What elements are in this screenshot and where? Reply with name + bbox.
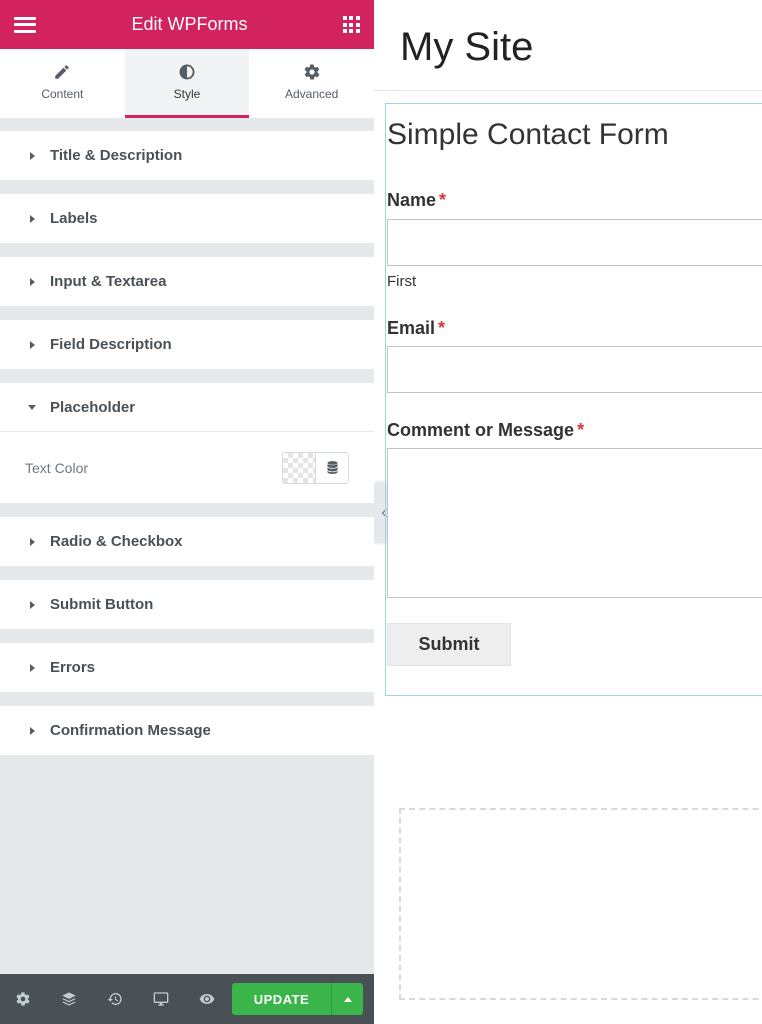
name-label-text: Name bbox=[387, 190, 437, 210]
caret-up-icon bbox=[343, 996, 352, 1002]
eye-icon bbox=[199, 994, 215, 1004]
section-submit-button[interactable]: Submit Button bbox=[0, 580, 374, 629]
submit-button[interactable]: Submit bbox=[387, 623, 511, 666]
wpforms-widget[interactable]: Simple Contact Form Name * First Email * C… bbox=[385, 103, 762, 696]
caret-right-icon bbox=[30, 340, 35, 349]
section-title-description[interactable]: Title & Description bbox=[0, 131, 374, 180]
header-divider bbox=[374, 90, 762, 91]
name-first-sublabel: First bbox=[387, 273, 417, 290]
required-mark: * bbox=[439, 190, 447, 210]
caret-right-icon bbox=[30, 151, 35, 160]
section-labels[interactable]: Labels bbox=[0, 194, 374, 243]
hamburger-menu-icon[interactable] bbox=[14, 16, 36, 33]
email-label-text: Email bbox=[387, 318, 436, 338]
caret-down-icon bbox=[28, 404, 36, 410]
tab-content[interactable]: Content bbox=[0, 49, 125, 118]
section-label: Field Description bbox=[50, 336, 172, 353]
section-placeholder[interactable]: Placeholder bbox=[0, 383, 374, 432]
section-label: Confirmation Message bbox=[50, 722, 211, 739]
required-mark: * bbox=[438, 318, 446, 338]
name-first-input[interactable] bbox=[387, 219, 762, 266]
section-radio-checkbox[interactable]: Radio & Checkbox bbox=[0, 517, 374, 566]
section-label: Errors bbox=[50, 659, 96, 676]
text-color-label: Text Color bbox=[25, 459, 89, 476]
style-sections: Title & Description Labels Input & Texta… bbox=[0, 118, 374, 755]
caret-right-icon bbox=[30, 537, 35, 546]
form-title: Simple Contact Form bbox=[387, 118, 669, 151]
tab-advanced[interactable]: Advanced bbox=[249, 49, 374, 118]
color-picker-swatch[interactable] bbox=[283, 452, 316, 483]
widgets-grid-icon[interactable] bbox=[342, 16, 360, 33]
placeholder-controls: Text Color bbox=[0, 432, 374, 503]
tab-style-label: Style bbox=[173, 87, 201, 101]
global-colors-button[interactable] bbox=[316, 453, 348, 483]
tab-content-label: Content bbox=[41, 87, 84, 101]
caret-right-icon bbox=[30, 663, 35, 672]
panel-tabs: Content Style Advanced bbox=[0, 49, 374, 118]
layers-icon bbox=[62, 992, 76, 1006]
section-field-description[interactable]: Field Description bbox=[0, 320, 374, 369]
half-circle-icon bbox=[179, 64, 195, 80]
section-label: Submit Button bbox=[50, 596, 154, 613]
section-label: Input & Textarea bbox=[50, 273, 167, 290]
caret-right-icon bbox=[30, 726, 35, 735]
name-label: Name * bbox=[387, 190, 446, 211]
required-mark: * bbox=[577, 420, 585, 440]
settings-button[interactable] bbox=[0, 991, 46, 1007]
responsive-mode-button[interactable] bbox=[138, 991, 184, 1007]
section-label: Radio & Checkbox bbox=[50, 533, 183, 550]
gear-icon bbox=[304, 64, 320, 80]
panel-footer: UPDATE bbox=[0, 974, 374, 1024]
history-icon bbox=[107, 993, 122, 1005]
editor-panel: Edit WPForms Content Style Advanced Titl… bbox=[0, 0, 374, 1024]
database-icon bbox=[326, 461, 338, 474]
update-button[interactable]: UPDATE bbox=[232, 983, 331, 1015]
update-options-button[interactable] bbox=[331, 983, 363, 1015]
section-errors[interactable]: Errors bbox=[0, 643, 374, 692]
pencil-icon bbox=[55, 65, 70, 79]
panel-title: Edit WPForms bbox=[131, 14, 248, 34]
caret-right-icon bbox=[30, 214, 35, 223]
section-label: Placeholder bbox=[50, 398, 136, 416]
caret-right-icon bbox=[30, 600, 35, 609]
navigator-button[interactable] bbox=[46, 991, 92, 1007]
empty-section-dropzone[interactable] bbox=[399, 808, 762, 1000]
message-textarea[interactable] bbox=[387, 448, 762, 598]
section-label: Title & Description bbox=[50, 147, 183, 164]
gear-icon bbox=[16, 992, 30, 1006]
message-label-text: Comment or Message bbox=[387, 420, 575, 440]
text-color-control bbox=[282, 451, 349, 484]
page-preview: My Site Simple Contact Form Name * First … bbox=[374, 0, 762, 1024]
panel-header: Edit WPForms bbox=[0, 0, 374, 49]
section-label: Labels bbox=[50, 210, 98, 227]
preview-button[interactable] bbox=[184, 991, 230, 1007]
section-confirmation-message[interactable]: Confirmation Message bbox=[0, 706, 374, 755]
desktop-icon bbox=[153, 992, 169, 1006]
email-label: Email * bbox=[387, 318, 445, 339]
site-title[interactable]: My Site bbox=[400, 25, 533, 70]
caret-right-icon bbox=[30, 277, 35, 286]
message-label: Comment or Message * bbox=[387, 420, 584, 441]
tab-style[interactable]: Style bbox=[124, 49, 250, 118]
email-input[interactable] bbox=[387, 346, 762, 393]
history-button[interactable] bbox=[92, 991, 138, 1007]
tab-advanced-label: Advanced bbox=[284, 87, 339, 101]
section-input-textarea[interactable]: Input & Textarea bbox=[0, 257, 374, 306]
